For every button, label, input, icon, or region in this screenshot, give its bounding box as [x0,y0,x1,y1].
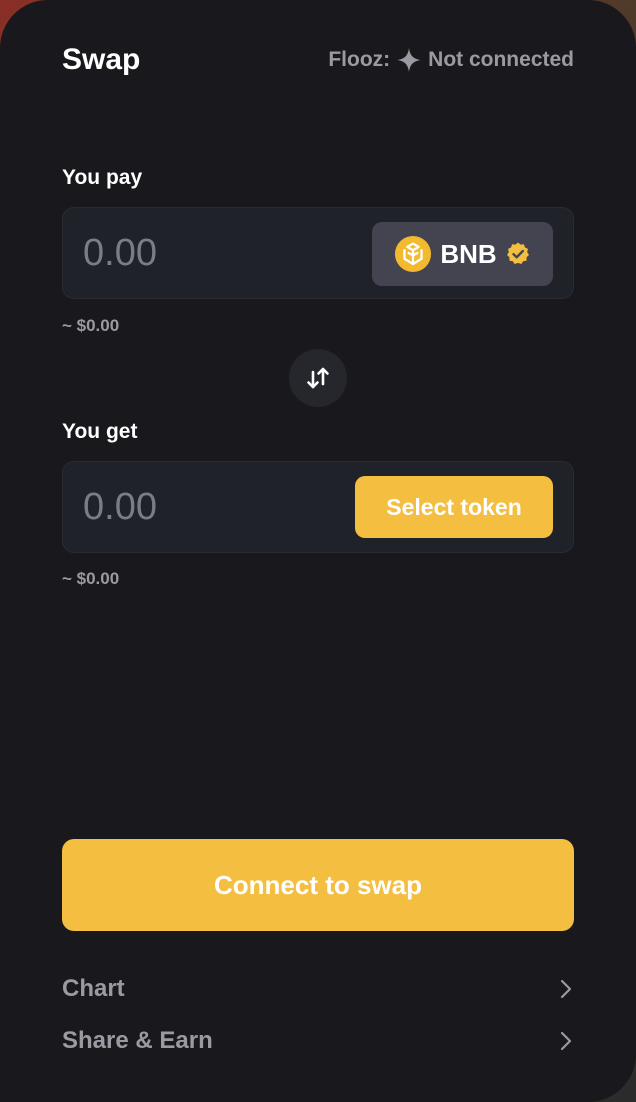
pay-token-button[interactable]: BNB [372,222,553,286]
get-label: You get [62,420,138,443]
swap-direction-button[interactable] [289,349,347,407]
page-title: Swap [62,43,141,76]
swap-header: Swap Flooz: Not connected [62,40,574,80]
connection-status: Flooz: Not connected [328,47,574,73]
select-token-button[interactable]: Select token [355,476,553,538]
get-usd-value: ~ $0.00 [62,569,120,588]
pay-amount-input[interactable] [83,228,323,278]
get-amount-box: Select token [62,461,574,553]
sparkle-icon [397,48,422,72]
pay-token-symbol: BNB [440,238,497,269]
share-earn-label: Share & Earn [62,1027,213,1054]
chart-label: Chart [62,975,125,1002]
connect-to-swap-button[interactable]: Connect to swap [62,839,574,931]
chevron-right-icon [560,979,572,999]
share-earn-row[interactable]: Share & Earn [62,1021,574,1061]
status-prefix: Flooz: [328,48,391,71]
chevron-right-icon [560,1031,572,1051]
swap-widget: Swap Flooz: Not connected You pay BNB [0,0,636,1102]
pay-amount-box: BNB [62,207,574,299]
verified-badge-icon [506,242,529,264]
swap-arrows-icon [307,367,329,389]
chart-row[interactable]: Chart [62,969,574,1009]
bnb-logo-icon [395,235,432,273]
get-amount-input[interactable] [83,482,323,532]
pay-label: You pay [62,166,143,189]
pay-usd-value: ~ $0.00 [62,316,120,335]
status-text: Not connected [428,48,574,71]
